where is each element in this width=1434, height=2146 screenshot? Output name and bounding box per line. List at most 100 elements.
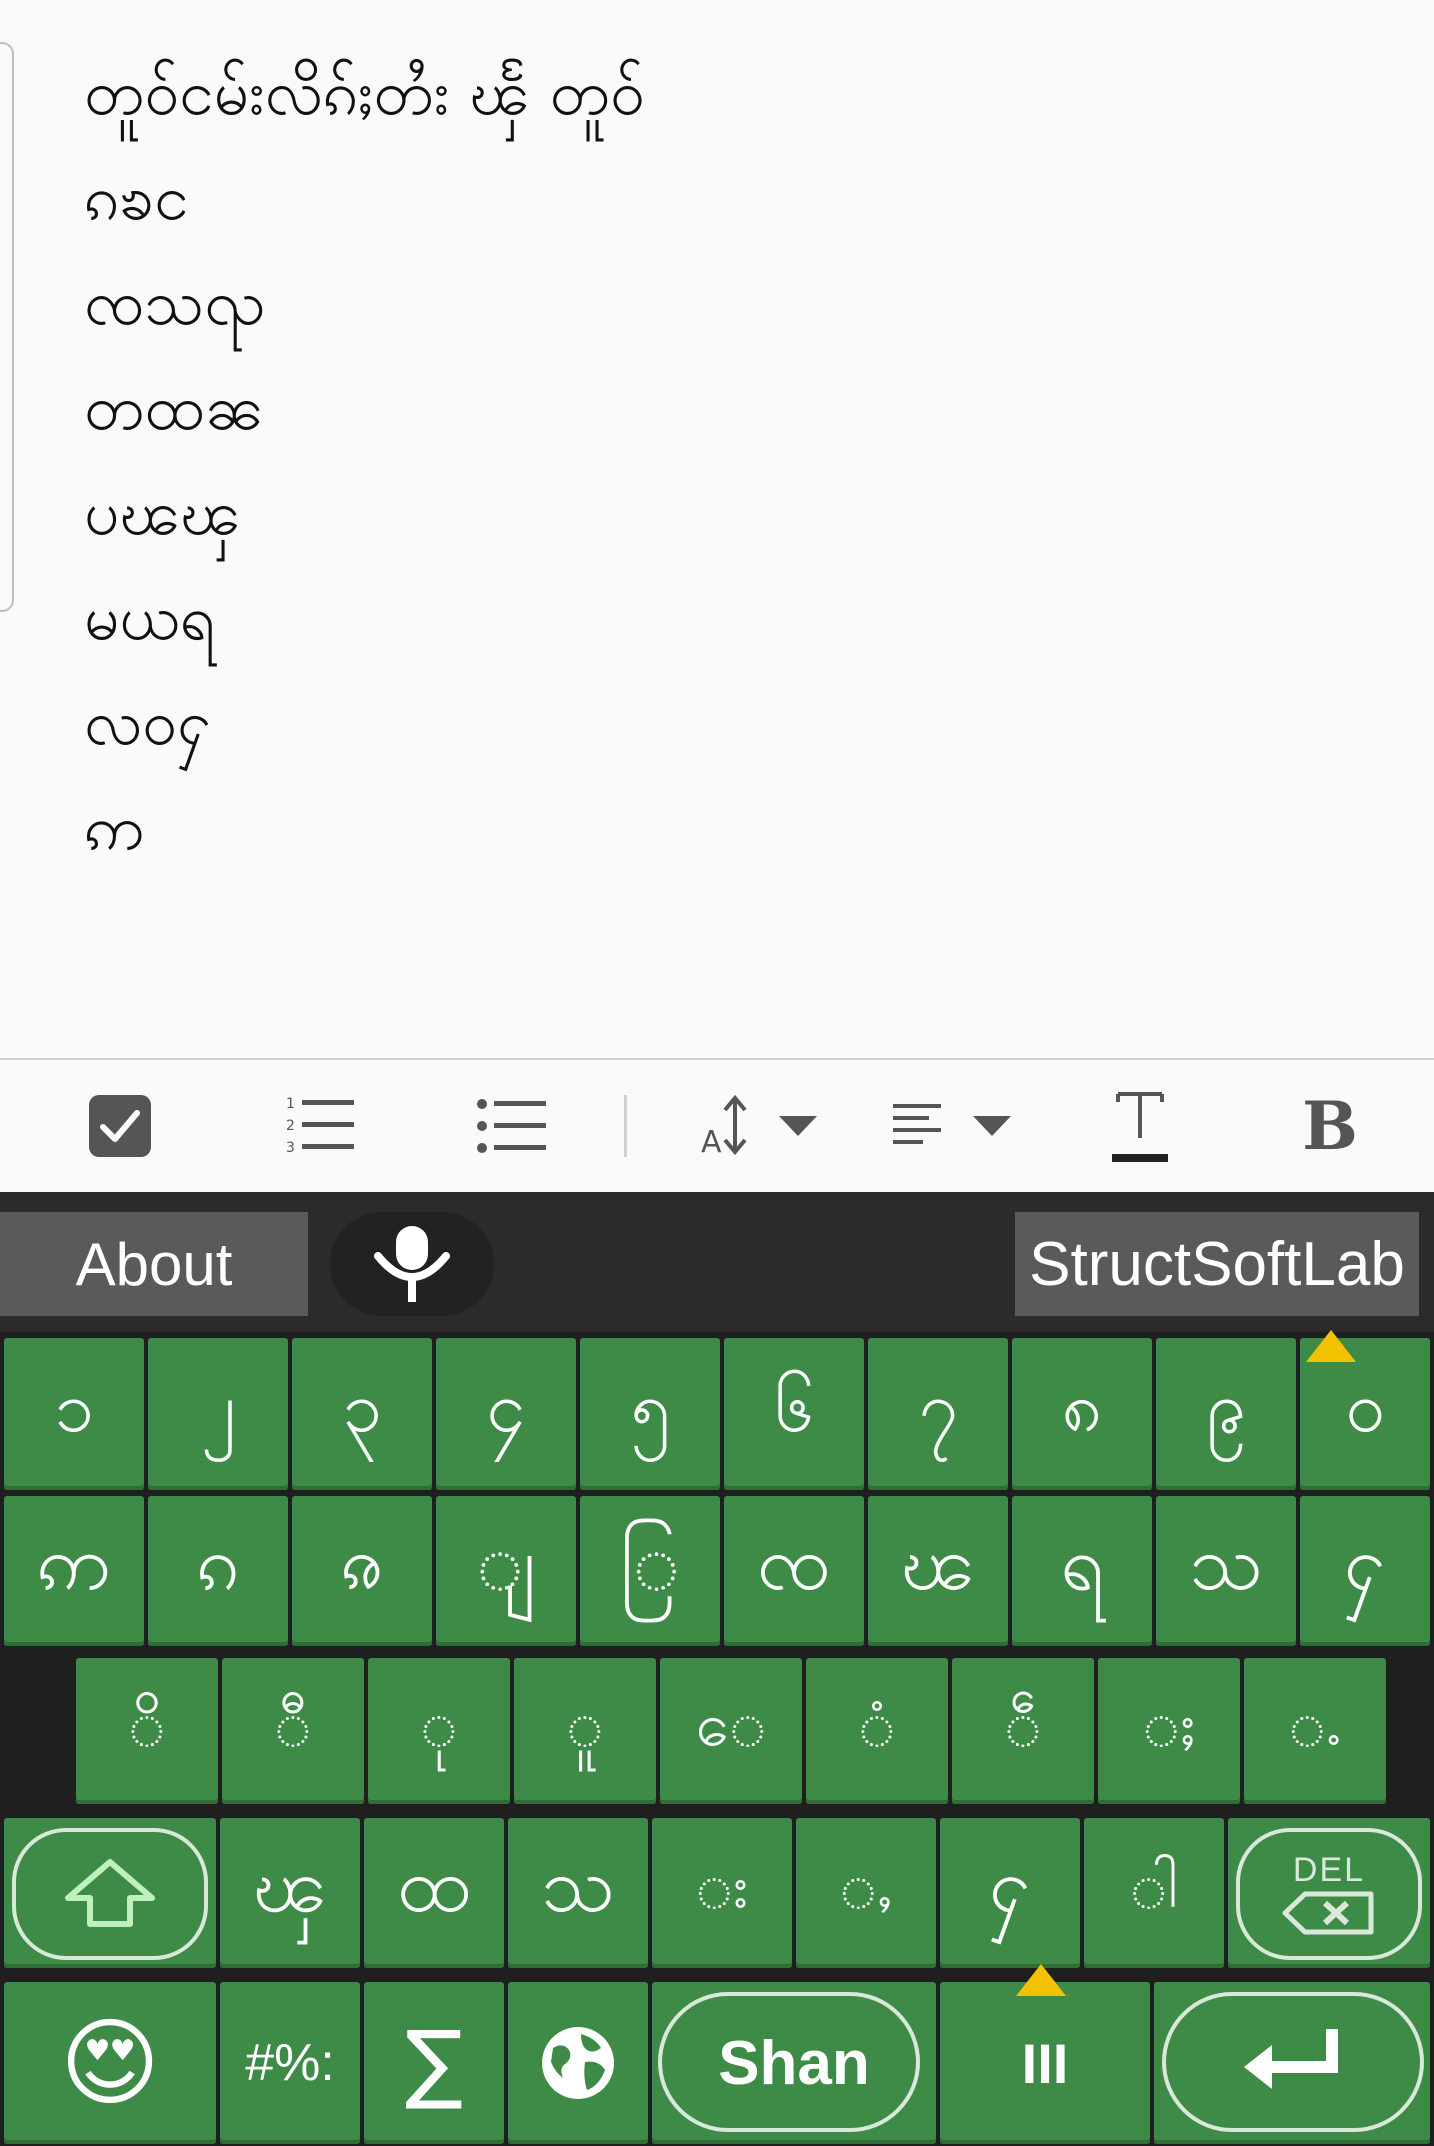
key-consonant[interactable]: ၷ <box>292 1496 432 1646</box>
font-size-button[interactable]: A <box>690 1060 830 1192</box>
key-label: ၃ <box>342 1365 382 1448</box>
svg-text:2: 2 <box>286 1118 295 1134</box>
key-digit-7[interactable]: ၇ <box>868 1338 1008 1490</box>
key-vowel-sign[interactable]: ◌ါ <box>1084 1818 1224 1968</box>
alignment-button[interactable] <box>885 1060 1015 1192</box>
key-medial[interactable]: ျ <box>436 1496 576 1646</box>
key-label: ၸ <box>757 1518 831 1607</box>
key-vowel-sign[interactable]: ◌ီ <box>222 1658 364 1804</box>
bullet-list-button[interactable] <box>462 1060 562 1192</box>
key-tone-mark[interactable]: ◌ႈ <box>1098 1658 1240 1804</box>
svg-text:A: A <box>701 1125 722 1158</box>
bullet-list-icon <box>477 1099 546 1153</box>
editor-line: ၵၶင <box>84 161 189 234</box>
checkbox-button[interactable] <box>70 1060 170 1192</box>
key-vowel-sign[interactable]: ◌ံ <box>806 1658 948 1804</box>
key-vowel-sign[interactable]: ◌ိ <box>76 1658 218 1804</box>
globe-icon <box>542 2027 614 2099</box>
key-label: ရ <box>1060 1518 1104 1607</box>
bold-button[interactable]: B <box>1290 1060 1370 1192</box>
text-style-button[interactable] <box>1100 1060 1180 1192</box>
key-consonant[interactable]: ႁ <box>1300 1496 1430 1646</box>
numbered-list-icon: 1 2 3 <box>286 1096 354 1156</box>
about-button[interactable]: About <box>0 1212 308 1316</box>
key-digit-9[interactable]: ၉ <box>1156 1338 1296 1490</box>
key-label: ၉ <box>1206 1365 1246 1448</box>
key-label: ျ <box>476 1518 536 1607</box>
editor-line: မယရ <box>84 581 216 654</box>
key-tone-mark[interactable]: ◌ႉ <box>1244 1658 1386 1804</box>
note-editor[interactable]: တူဝ်ငမ်းလိၵ်ႈတႆး ၾႅ တူဝ် ၵၶင ၸသၺ တထၼ ပၽၾ… <box>0 0 1434 1058</box>
key-consonant[interactable]: ၾ <box>220 1818 360 1968</box>
key-vowel-sign[interactable]: ◌ု <box>368 1658 510 1804</box>
font-size-icon: A <box>701 1094 817 1158</box>
key-digit-1[interactable]: ၁ <box>4 1338 144 1490</box>
symbols-button[interactable]: #%: <box>220 1982 360 2144</box>
key-digit-2[interactable]: ၂ <box>148 1338 288 1490</box>
space-key[interactable]: III <box>940 1982 1150 2144</box>
key-label: ၾ <box>252 1840 328 1929</box>
emoji-icon: 😍 <box>59 2007 161 2119</box>
key-tone-mark[interactable]: ◌း <box>652 1818 792 1968</box>
text-style-icon <box>1112 1092 1168 1162</box>
key-label: ၁ <box>54 1365 94 1448</box>
numbered-list-button[interactable]: 1 2 3 <box>270 1060 370 1192</box>
key-label: ၽ <box>900 1518 976 1607</box>
key-medial[interactable]: ြ <box>580 1496 720 1646</box>
key-label: ◌ု <box>420 1690 458 1760</box>
microphone-button[interactable] <box>330 1212 494 1316</box>
space-label: III <box>1021 2031 1069 2095</box>
delete-button[interactable]: DEL <box>1228 1818 1430 1968</box>
key-label: ◌ီ <box>274 1690 312 1760</box>
key-label: ၂ <box>200 1365 236 1448</box>
editor-text[interactable]: တူဝ်ငမ်းလိၵ်ႈတႆး ၾႅ တူဝ် ၵၶင ၸသၺ တထၼ ပၽၾ… <box>84 40 645 880</box>
editor-line: ၸသၺ <box>84 266 266 339</box>
key-label: ဢ <box>36 1518 112 1607</box>
enter-button[interactable] <box>1154 1982 1430 2144</box>
key-label: ၵ <box>196 1518 240 1607</box>
key-label: သ <box>541 1840 615 1929</box>
key-consonant[interactable]: ထ <box>364 1818 504 1968</box>
key-consonant[interactable]: ၽ <box>868 1496 1008 1646</box>
key-consonant[interactable]: သ <box>1156 1496 1296 1646</box>
emoji-button[interactable]: 😍 <box>4 1982 216 2144</box>
key-label: ◌ိ <box>128 1690 166 1760</box>
delete-label: DEL <box>1292 1850 1366 1889</box>
shan-keyboard: About StructSoftLab ၁ ၂ ၃ ၄ ၅ ၆ ၇ ၈ ၉ ၀ … <box>0 1192 1434 2146</box>
key-label: ၇ <box>918 1365 958 1448</box>
key-digit-8[interactable]: ၈ <box>1012 1338 1152 1490</box>
brand-label[interactable]: StructSoftLab <box>1015 1212 1419 1316</box>
key-label: ◌ဵ <box>1004 1690 1042 1760</box>
key-label: ၅ <box>630 1365 670 1448</box>
editor-line: ပၽၾ <box>84 476 241 549</box>
key-consonant[interactable]: ဢ <box>4 1496 144 1646</box>
keyboard-suggestion-bar: About StructSoftLab <box>0 1192 1434 1332</box>
toolbar-separator <box>624 1095 627 1157</box>
key-tone-mark[interactable]: ◌ႇ <box>796 1818 936 1968</box>
key-digit-6[interactable]: ၆ <box>724 1338 864 1490</box>
svg-text:1: 1 <box>286 1096 295 1112</box>
key-consonant[interactable]: ႁ <box>940 1818 1080 1968</box>
key-vowel-sign[interactable]: ◌ူ <box>514 1658 656 1804</box>
key-label: ႁ <box>988 1840 1032 1929</box>
key-label: ၄ <box>486 1365 526 1448</box>
key-consonant[interactable]: ၸ <box>724 1496 864 1646</box>
key-consonant[interactable]: သ <box>508 1818 648 1968</box>
format-toolbar: 1 2 3 A B <box>0 1060 1434 1192</box>
key-label: ◌ႉ <box>1288 1690 1342 1760</box>
math-symbols-button[interactable]: ∑ <box>364 1982 504 2144</box>
key-label: ထ <box>397 1840 471 1929</box>
key-digit-4[interactable]: ၄ <box>436 1338 576 1490</box>
editor-line: လဝႁ <box>84 686 212 759</box>
language-switch-button[interactable]: Shan <box>652 1982 936 2144</box>
key-digit-5[interactable]: ၅ <box>580 1338 720 1490</box>
key-label: ၆ <box>774 1365 814 1448</box>
editor-left-edge <box>0 42 14 612</box>
key-vowel-sign[interactable]: ◌ဵ <box>952 1658 1094 1804</box>
language-globe-button[interactable] <box>508 1982 648 2144</box>
key-digit-3[interactable]: ၃ <box>292 1338 432 1490</box>
shift-button[interactable] <box>4 1818 216 1968</box>
key-consonant[interactable]: ၵ <box>148 1496 288 1646</box>
key-vowel-sign[interactable]: ◌ေ <box>660 1658 802 1804</box>
key-consonant[interactable]: ရ <box>1012 1496 1152 1646</box>
